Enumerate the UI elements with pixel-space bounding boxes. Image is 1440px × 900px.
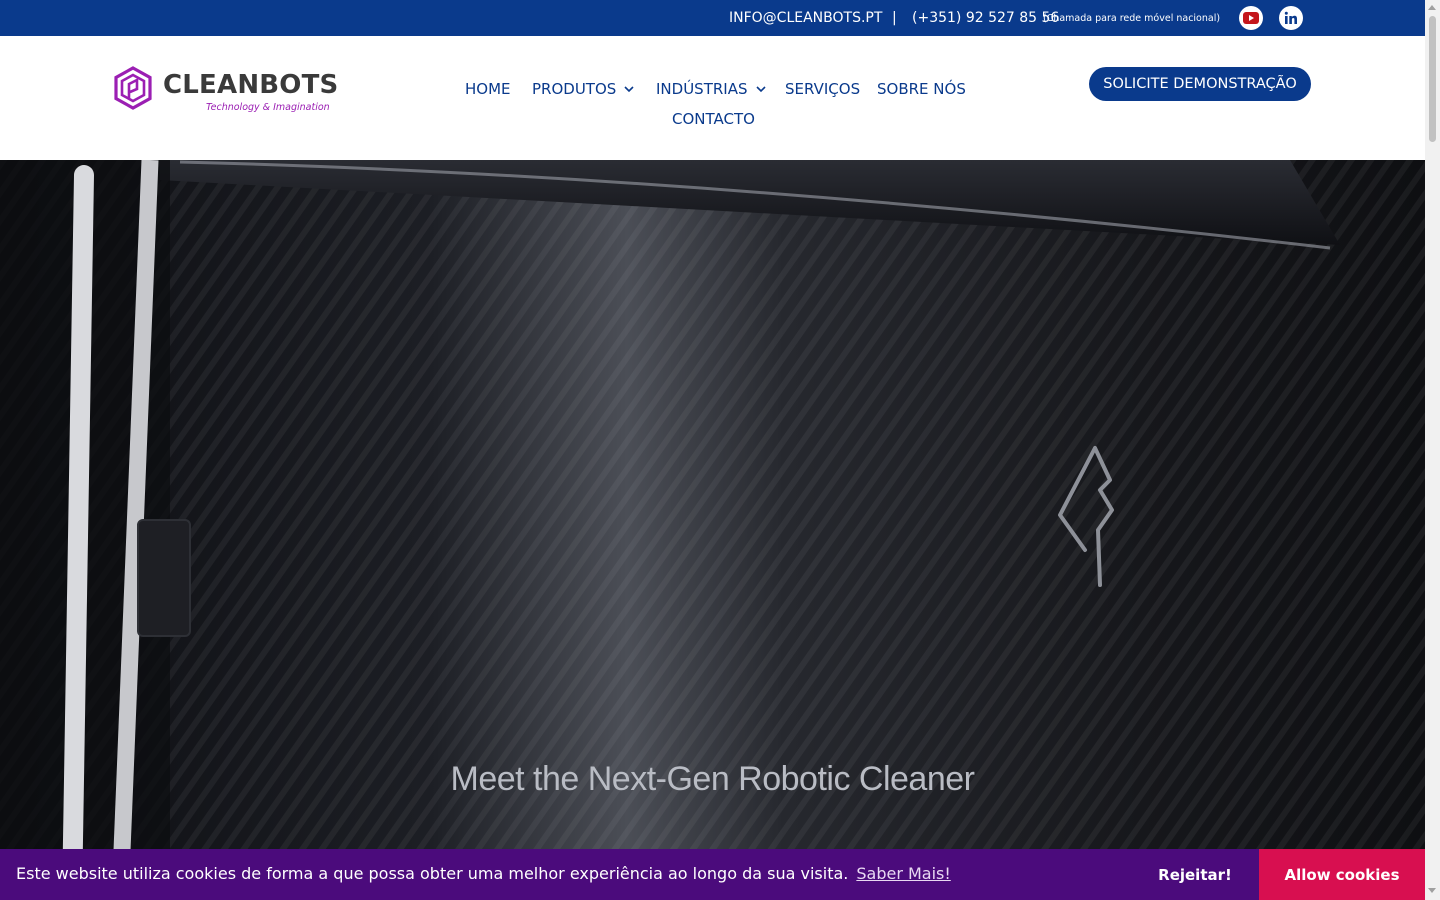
chevron-down-icon: [755, 86, 766, 93]
nav-contacto[interactable]: CONTACTO: [672, 110, 755, 128]
nav-servicos[interactable]: SERVIÇOS: [785, 80, 860, 98]
cookie-allow-button[interactable]: Allow cookies: [1259, 849, 1425, 900]
logo-tagline: Technology & Imagination: [206, 102, 330, 113]
scrollbar-thumb[interactable]: [1429, 16, 1436, 142]
hero-caption: Meet the Next-Gen Robotic Cleaner: [450, 760, 975, 798]
cleanbots-logo-icon: [114, 66, 152, 110]
scroll-down-arrow-icon[interactable]: [1428, 888, 1436, 893]
cookie-reject-button[interactable]: Rejeitar!: [1148, 849, 1242, 900]
nav-produtos[interactable]: PRODUTOS: [532, 80, 634, 98]
hero-video[interactable]: Meet the Next-Gen Robotic Cleaner: [0, 160, 1425, 900]
contact-email-link[interactable]: INFO@CLEANBOTS.PT: [729, 10, 882, 26]
linkedin-icon[interactable]: [1279, 6, 1303, 30]
cookie-message-wrapper: Este website utiliza cookies de forma a …: [16, 864, 951, 883]
nav-home[interactable]: HOME: [465, 80, 511, 98]
page-scrollbar[interactable]: [1425, 0, 1440, 900]
nav-industrias[interactable]: INDÚSTRIAS: [656, 80, 766, 98]
logo-wordmark: CLEANBOTS: [163, 70, 339, 100]
nav-sobre-nos[interactable]: SOBRE NÓS: [877, 80, 966, 98]
chevron-down-icon: [624, 86, 634, 93]
cookie-message: Este website utiliza cookies de forma a …: [16, 864, 849, 883]
site-logo[interactable]: CLEANBOTS Technology & Imagination: [113, 66, 338, 114]
youtube-icon[interactable]: [1239, 6, 1263, 30]
scroll-up-arrow-icon[interactable]: [1428, 5, 1436, 10]
site-header: CLEANBOTS Technology & Imagination HOME …: [0, 36, 1425, 160]
contact-separator: |: [892, 10, 897, 26]
phone-note: (Chamada para rede móvel nacional): [1043, 13, 1221, 24]
contact-phone-link[interactable]: (+351) 92 527 85 56: [912, 10, 1059, 26]
cookie-learn-more-link[interactable]: Saber Mais!: [856, 864, 950, 883]
cookie-consent-banner: Este website utiliza cookies de forma a …: [0, 849, 1425, 900]
nav-produtos-label: PRODUTOS: [532, 80, 617, 98]
request-demo-button[interactable]: SOLICITE DEMONSTRAÇÃO: [1089, 67, 1311, 101]
top-contact-bar: INFO@CLEANBOTS.PT | (+351) 92 527 85 56 …: [0, 0, 1425, 36]
nav-industrias-label: INDÚSTRIAS: [656, 80, 748, 98]
